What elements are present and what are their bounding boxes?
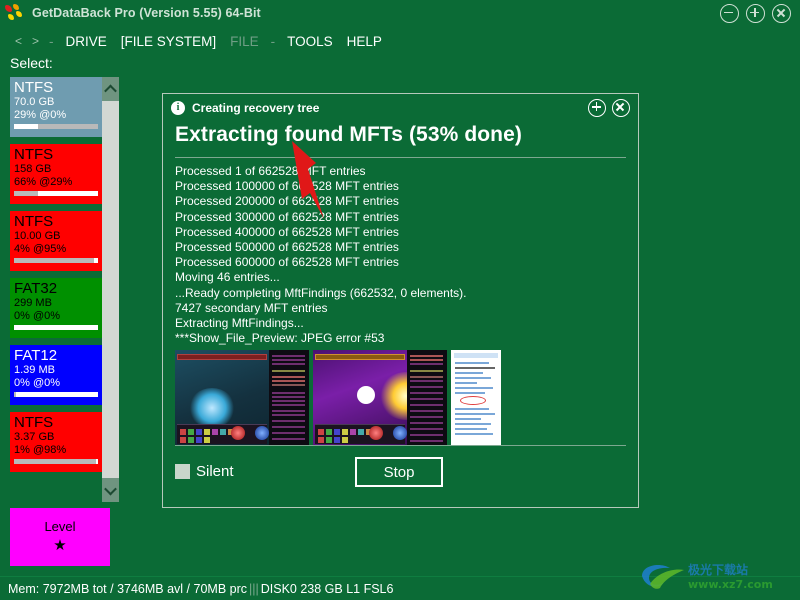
drive-progress-bar xyxy=(14,258,98,263)
drive-percent: 66% @29% xyxy=(14,176,73,188)
log-line: Processed 300000 of 662528 MFT entries xyxy=(175,209,399,224)
log-line: Processed 100000 of 662528 MFT entries xyxy=(175,179,399,194)
drive-tile[interactable]: FAT32 299 MB 0% @0% xyxy=(10,278,102,338)
info-icon: i xyxy=(171,100,185,115)
drive-size: 299 MB xyxy=(14,297,52,309)
drive-size: 70.0 GB xyxy=(14,96,55,108)
menu-item-drive[interactable]: DRIVE xyxy=(59,34,114,49)
dialog-title: Extracting found MFTs (53% done) xyxy=(175,123,522,146)
chevron-down-icon[interactable] xyxy=(102,478,119,502)
dialog-footer: Silent Stop xyxy=(163,445,638,507)
drive-percent: 0% @0% xyxy=(14,310,61,322)
list-item[interactable] xyxy=(313,350,447,447)
window-controls xyxy=(720,3,791,23)
select-label: Select: xyxy=(10,55,53,71)
silent-checkbox-box[interactable] xyxy=(175,464,190,479)
log-line: Processed 500000 of 662528 MFT entries xyxy=(175,240,399,255)
level-tile-label: Level xyxy=(44,519,76,534)
log-line: Processed 600000 of 662528 MFT entries xyxy=(175,255,399,270)
menu-bar: < > - DRIVE [FILE SYSTEM] FILE - TOOLS HELP xyxy=(0,30,389,52)
watermark-url: www.xz7.com xyxy=(688,578,773,591)
memory-status: Mem: 7972MB tot / 3746MB avl / 70MB prc xyxy=(8,581,247,596)
chevron-up-icon[interactable] xyxy=(102,77,119,101)
log-output: Processed 1 of 662528 MFT entries Process… xyxy=(163,158,638,346)
menu-item-file[interactable]: FILE xyxy=(223,34,266,49)
drive-progress-bar xyxy=(14,459,98,464)
dialog-header-buttons xyxy=(588,98,630,117)
star-icon: ★ xyxy=(53,537,67,554)
log-line: Processed 200000 of 662528 MFT entries xyxy=(175,194,399,209)
drive-percent: 29% @0% xyxy=(14,109,67,121)
drive-percent: 1% @98% xyxy=(14,444,67,456)
log-line: Processed 400000 of 662528 MFT entries xyxy=(175,224,399,239)
stop-button[interactable]: Stop xyxy=(355,457,443,487)
drive-filesystem: FAT12 xyxy=(14,347,58,364)
menu-item-: - xyxy=(270,33,276,49)
puzzle-icon xyxy=(4,3,26,23)
silent-checkbox[interactable]: Silent xyxy=(175,463,234,480)
drive-progress-bar xyxy=(14,325,98,330)
drive-tile[interactable]: NTFS 70.0 GB 29% @0% xyxy=(10,77,102,137)
menu-item-file-system[interactable]: [FILE SYSTEM] xyxy=(114,34,223,49)
list-item[interactable] xyxy=(175,350,309,447)
drive-tile[interactable]: NTFS 158 GB 66% @29% xyxy=(10,144,102,204)
drive-size: 3.37 GB xyxy=(14,431,55,443)
drive-filesystem: NTFS xyxy=(14,213,54,230)
drive-tile[interactable]: NTFS 3.37 GB 1% @98% xyxy=(10,412,102,472)
drive-filesystem: FAT32 xyxy=(14,280,58,297)
drive-size: 1.39 MB xyxy=(14,364,55,376)
drive-progress-bar xyxy=(14,124,98,129)
silent-checkbox-label: Silent xyxy=(196,463,234,480)
title-bar: GetDataBack Pro (Version 5.55) 64-Bit xyxy=(0,0,800,26)
drive-tile[interactable]: FAT12 1.39 MB 0% @0% xyxy=(10,345,102,405)
menu-item-: - xyxy=(49,33,54,49)
log-line: ...Ready completing MftFindings (662532,… xyxy=(175,285,467,300)
dialog-close-button[interactable] xyxy=(612,98,630,117)
drive-size: 10.00 GB xyxy=(14,230,61,242)
minimize-button[interactable] xyxy=(720,3,739,23)
list-item[interactable] xyxy=(451,350,501,447)
log-line: 7427 secondary MFT entries xyxy=(175,300,328,315)
drive-size: 158 GB xyxy=(14,163,52,175)
maximize-button[interactable] xyxy=(746,3,765,23)
drive-percent: 0% @0% xyxy=(14,377,61,389)
drive-tile[interactable]: NTFS 10.00 GB 4% @95% xyxy=(10,211,102,271)
menu-item-help[interactable]: HELP xyxy=(340,34,389,49)
drive-progress-bar xyxy=(14,191,98,196)
disk-status: DISK0 238 GB L1 FSL6 xyxy=(260,581,394,596)
drive-percent: 4% @95% xyxy=(14,243,67,255)
drive-filesystem: NTFS xyxy=(14,79,54,96)
menu-item-tools[interactable]: TOOLS xyxy=(280,34,340,49)
svg-text:极光下载站: 极光下载站 xyxy=(688,562,748,577)
log-line: Processed 1 of 662528 MFT entries xyxy=(175,164,366,178)
watermark-logo: 极光下载站 www.xz7.com xyxy=(642,562,773,591)
dialog-header-title: Creating recovery tree xyxy=(192,100,320,115)
log-line: Extracting MftFindings... xyxy=(175,316,304,331)
drive-filesystem: NTFS xyxy=(14,146,54,163)
drive-progress-bar xyxy=(14,392,98,397)
app-title: GetDataBack Pro (Version 5.55) 64-Bit xyxy=(32,6,261,20)
menu-item-[interactable]: > xyxy=(27,34,44,48)
close-button[interactable] xyxy=(772,3,791,23)
preview-thumbnails xyxy=(163,346,638,447)
level-tile[interactable]: Level ★ xyxy=(10,508,110,566)
footer-divider xyxy=(175,445,626,446)
dialog-expand-button[interactable] xyxy=(588,98,606,117)
drive-list: NTFS 70.0 GB 29% @0% NTFS 158 GB 66% @29% NTFS… xyxy=(10,77,102,502)
dialog-header: i Creating recovery tree xyxy=(163,94,638,121)
status-separator: ||| xyxy=(249,581,259,596)
drive-filesystem: NTFS xyxy=(14,414,54,431)
sidebar-scrollbar[interactable] xyxy=(102,77,119,502)
menu-item-[interactable]: < xyxy=(10,34,27,48)
log-line: Moving 46 entries... xyxy=(175,270,280,285)
progress-dialog: i Creating recovery tree Extracting foun… xyxy=(162,93,639,508)
log-line: ***Show_File_Preview: JPEG error #53 xyxy=(175,331,385,346)
